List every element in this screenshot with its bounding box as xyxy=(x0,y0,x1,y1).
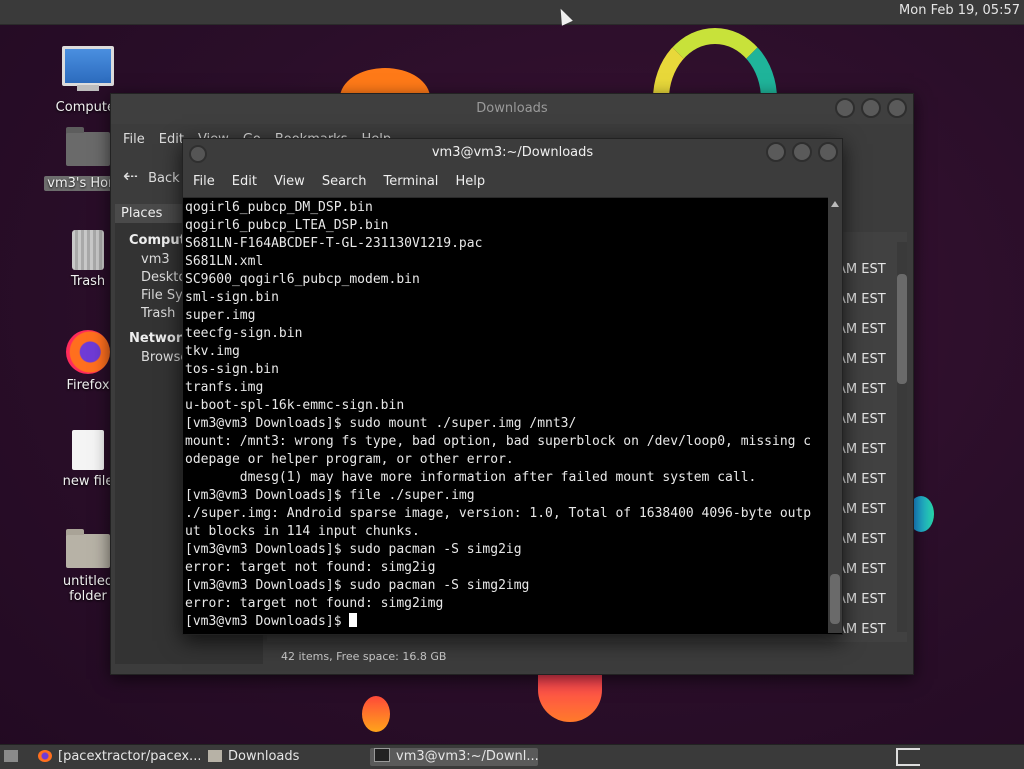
terminal-line: dmesg(1) may have more information after… xyxy=(185,470,757,485)
show-desktop-icon xyxy=(4,750,18,762)
file-modified-cell: AM EST xyxy=(837,532,886,547)
file-modified-cell: AM EST xyxy=(837,502,886,517)
close-button[interactable] xyxy=(818,142,838,162)
workspace-switcher[interactable] xyxy=(896,748,920,766)
terminal-titlebar[interactable]: vm3@vm3:~/Downloads xyxy=(183,139,842,167)
file-modified-cell: AM EST xyxy=(837,262,886,277)
terminal-line: [vm3@vm3 Downloads]$ sudo pacman -S simg… xyxy=(185,578,530,593)
terminal-line: error: target not found: simg2img xyxy=(185,596,444,611)
menu-view[interactable]: View xyxy=(274,174,305,189)
firefox-icon xyxy=(38,750,52,762)
computer-icon xyxy=(62,46,114,91)
file-modified-cell: AM EST xyxy=(837,592,886,607)
file-modified-cell: AM EST xyxy=(837,352,886,367)
file-modified-cell: AM EST xyxy=(837,442,886,457)
taskbar-item-label: vm3@vm3:~/Downl... xyxy=(396,749,538,764)
terminal-line: ./super.img: Android sparse image, versi… xyxy=(185,506,812,521)
file-icon xyxy=(72,430,104,470)
back-label: Back xyxy=(148,171,180,186)
menu-file[interactable]: File xyxy=(123,132,145,147)
terminal-output[interactable]: qogirl6_pubcp_DM_DSP.bin qogirl6_pubcp_LT… xyxy=(185,199,825,629)
terminal-line: tos-sign.bin xyxy=(185,362,279,377)
terminal-line: [vm3@vm3 Downloads]$ file ./super.img xyxy=(185,488,475,503)
terminal-line: S681LN-F164ABCDEF-T-GL-231130V1219.pac xyxy=(185,236,483,251)
file-manager-window-buttons xyxy=(829,98,907,122)
taskbar-item-downloads[interactable]: Downloads xyxy=(208,748,358,766)
terminal-line: [vm3@vm3 Downloads]$ sudo pacman -S simg… xyxy=(185,542,522,557)
firefox-icon xyxy=(66,330,110,374)
maximize-button[interactable] xyxy=(861,98,881,118)
window-menu-button[interactable] xyxy=(189,145,207,163)
back-arrow-icon: ⇠ xyxy=(123,166,139,187)
terminal-prompt-line[interactable]: [vm3@vm3 Downloads]$ xyxy=(185,613,825,629)
status-bar: 42 items, Free space: 16.8 GB xyxy=(281,650,447,663)
terminal-line: mount: /mnt3: wrong fs type, bad option,… xyxy=(185,434,812,449)
terminal-line: super.img xyxy=(185,308,256,323)
places-dropdown[interactable]: Places xyxy=(115,204,187,223)
taskbar-item-label: [pacextractor/pacex... xyxy=(58,749,200,764)
clock[interactable]: Mon Feb 19, 05:57 xyxy=(899,3,1020,18)
terminal-line: odepage or helper program, or other erro… xyxy=(185,452,514,467)
top-panel: Mon Feb 19, 05:57 xyxy=(0,0,1024,25)
terminal-scrollbar-thumb[interactable] xyxy=(830,574,840,624)
menu-terminal[interactable]: Terminal xyxy=(383,174,438,189)
home-folder-icon xyxy=(66,127,110,166)
taskbar-item-label: Downloads xyxy=(228,749,300,764)
terminal-line: sml-sign.bin xyxy=(185,290,279,305)
terminal-line: S681LN.xml xyxy=(185,254,264,269)
taskbar-item-terminal[interactable]: vm3@vm3:~/Downl... xyxy=(370,748,538,766)
close-button[interactable] xyxy=(887,98,907,118)
folder-icon xyxy=(66,529,110,568)
terminal-menubar: File Edit View Search Terminal Help xyxy=(183,167,842,198)
menu-file[interactable]: File xyxy=(193,174,215,189)
wallpaper-orange-drop xyxy=(362,696,390,732)
file-modified-cell: AM EST xyxy=(837,562,886,577)
terminal-line: qogirl6_pubcp_LTEA_DSP.bin xyxy=(185,218,389,233)
file-list-scrollbar-thumb[interactable] xyxy=(897,274,907,384)
terminal-icon xyxy=(374,748,390,762)
workspace-icon xyxy=(896,748,920,766)
terminal-line: SC9600_qogirl6_pubcp_modem.bin xyxy=(185,272,420,287)
terminal-line: tranfs.img xyxy=(185,380,264,395)
menu-edit[interactable]: Edit xyxy=(159,132,184,147)
menu-help[interactable]: Help xyxy=(455,174,485,189)
back-button[interactable]: ⇠ Back xyxy=(123,166,180,187)
trash-icon xyxy=(72,230,104,270)
terminal-line: u-boot-spl-16k-emmc-sign.bin xyxy=(185,398,405,413)
terminal-window-buttons xyxy=(760,142,838,173)
minimize-button[interactable] xyxy=(835,98,855,118)
taskbar-item-firefox[interactable]: [pacextractor/pacex... xyxy=(38,748,200,766)
file-modified-cell: AM EST xyxy=(837,472,886,487)
file-modified-cell: AM EST xyxy=(837,622,886,637)
terminal-prompt: [vm3@vm3 Downloads]$ xyxy=(185,614,350,629)
file-manager-titlebar[interactable]: Downloads xyxy=(111,94,913,124)
file-modified-cell: AM EST xyxy=(837,322,886,337)
maximize-button[interactable] xyxy=(792,142,812,162)
file-modified-cell: AM EST xyxy=(837,412,886,427)
scroll-up-arrow-icon[interactable] xyxy=(831,201,839,207)
terminal-line: tkv.img xyxy=(185,344,240,359)
terminal-line: teecfg-sign.bin xyxy=(185,326,303,341)
terminal-title: vm3@vm3:~/Downloads xyxy=(431,145,594,160)
terminal-scrollbar[interactable] xyxy=(828,197,842,633)
terminal-line: [vm3@vm3 Downloads]$ sudo mount ./super.… xyxy=(185,416,577,431)
show-desktop-button[interactable] xyxy=(4,748,22,766)
terminal-line: error: target not found: simg2ig xyxy=(185,560,436,575)
taskbar: [pacextractor/pacex... Downloads vm3@vm3… xyxy=(0,744,1024,769)
terminal-line: qogirl6_pubcp_DM_DSP.bin xyxy=(185,200,373,215)
folder-icon xyxy=(208,750,222,762)
file-modified-cell: AM EST xyxy=(837,382,886,397)
menu-edit[interactable]: Edit xyxy=(232,174,257,189)
minimize-button[interactable] xyxy=(766,142,786,162)
terminal-line: ut blocks in 114 input chunks. xyxy=(185,524,420,539)
menu-search[interactable]: Search xyxy=(322,174,367,189)
terminal-window[interactable]: vm3@vm3:~/Downloads File Edit View Search Te… xyxy=(182,138,843,635)
text-cursor xyxy=(349,613,358,627)
file-modified-cell: AM EST xyxy=(837,292,886,307)
